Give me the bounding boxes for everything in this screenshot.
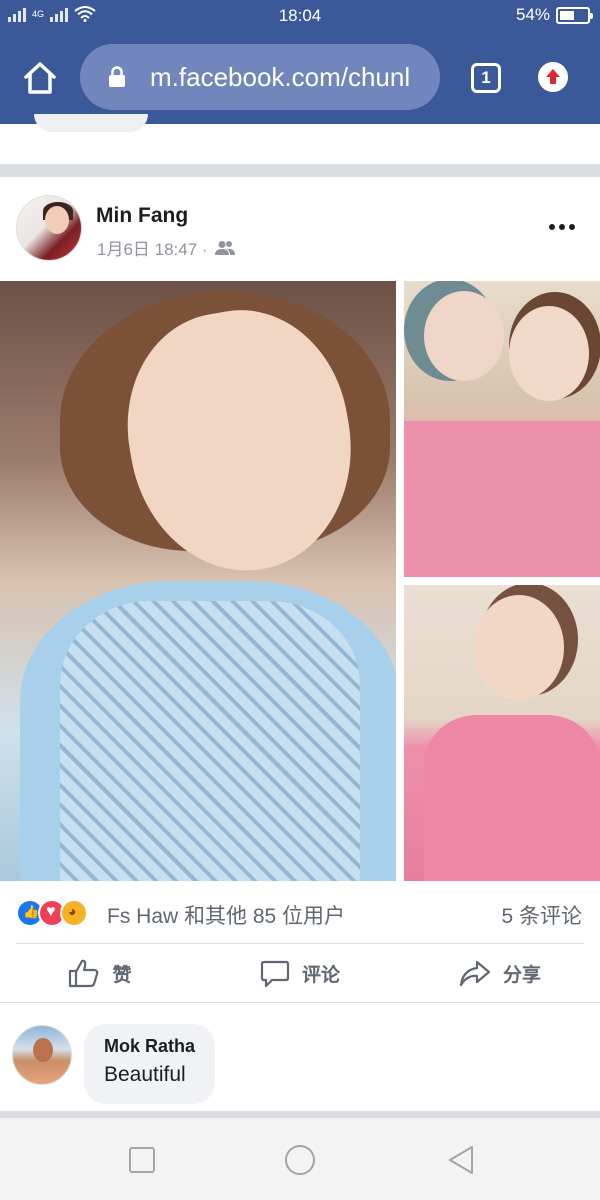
like-label: 赞	[112, 964, 132, 986]
share-label: 分享	[502, 964, 541, 986]
friends-icon	[214, 240, 235, 255]
feed-separator	[0, 1111, 600, 1118]
url-text: m.facebook.com/chunl	[150, 62, 411, 92]
tab-switcher-button[interactable]: 1	[471, 63, 501, 93]
share-button[interactable]: 分享	[400, 944, 600, 1002]
comments-count[interactable]: 5 条评论	[501, 900, 582, 930]
more-dot-icon	[559, 224, 565, 230]
browser-chrome: 4G 18:04 54% m.facebook.com/chunl 1	[0, 0, 600, 124]
post-header: Min Fang 1月6日 18:47 ·	[0, 177, 600, 281]
battery-percent: 54%	[515, 5, 550, 24]
comment-label: 评论	[301, 964, 340, 986]
commenter-name[interactable]: Mok Ratha	[104, 1036, 195, 1057]
status-bar: 4G 18:04 54%	[0, 0, 600, 32]
share-icon	[459, 960, 491, 987]
photo-main[interactable]	[0, 281, 396, 881]
recent-apps-icon[interactable]	[126, 1144, 158, 1176]
comment-item: Mok Ratha Beautiful	[0, 1003, 600, 1111]
post-options-button[interactable]	[546, 217, 578, 237]
photo-grid	[0, 281, 600, 881]
address-bar[interactable]: m.facebook.com/chunl	[80, 44, 440, 110]
feed-separator	[0, 164, 600, 177]
commenter-avatar[interactable]	[12, 1025, 72, 1085]
battery-icon	[556, 6, 593, 24]
reactions-bar[interactable]: Fs Haw 和其他 85 位用户 5 条评论	[0, 881, 600, 943]
photo-bottom-right[interactable]	[404, 585, 600, 881]
comment-button[interactable]: 评论	[200, 944, 400, 1002]
comment-icon	[260, 960, 290, 988]
post-timestamp[interactable]: 1月6日 18:47 ·	[97, 235, 208, 260]
comment-text: Beautiful	[104, 1063, 186, 1086]
back-triangle-icon[interactable]	[446, 1144, 478, 1176]
post-actions: 赞 评论 分享	[0, 944, 600, 1002]
more-dot-icon	[549, 224, 555, 230]
system-navigation-bar	[0, 1118, 600, 1200]
like-button[interactable]: 赞	[0, 944, 200, 1002]
battery-status: 54%	[515, 5, 593, 25]
reaction-icons	[16, 899, 88, 927]
post-author[interactable]: Min Fang	[96, 204, 188, 228]
post-meta: 1月6日 18:47 ·	[97, 235, 236, 260]
more-dot-icon	[569, 224, 575, 230]
previous-post-pill	[34, 114, 148, 132]
home-circle-icon[interactable]	[284, 1144, 316, 1176]
previous-post-remnant	[0, 114, 600, 164]
author-avatar[interactable]	[16, 195, 82, 261]
comment-bubble[interactable]: Mok Ratha Beautiful	[84, 1024, 216, 1104]
upload-icon[interactable]	[538, 62, 568, 92]
reactions-summary[interactable]: Fs Haw 和其他 85 位用户	[107, 900, 345, 930]
clock: 18:04	[278, 6, 322, 25]
care-reaction-icon	[60, 899, 88, 927]
lock-icon	[109, 66, 125, 87]
home-icon[interactable]	[20, 58, 60, 98]
photo-top-right[interactable]	[404, 281, 600, 577]
thumbs-up-icon	[69, 959, 99, 988]
